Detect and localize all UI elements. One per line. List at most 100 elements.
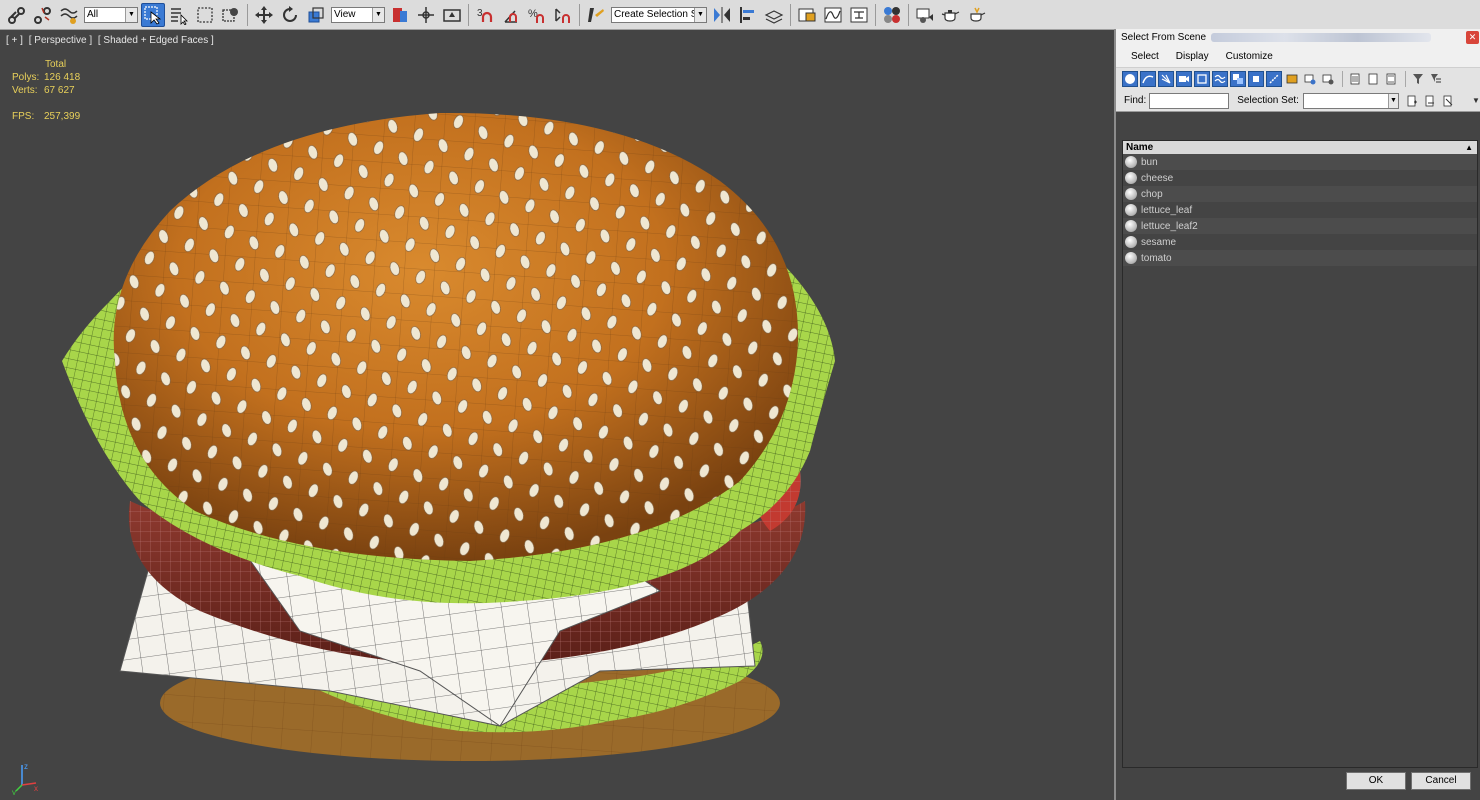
frozen-icon xyxy=(1304,74,1316,85)
select-object-button[interactable] xyxy=(141,2,165,27)
display-groups-button[interactable] xyxy=(1230,71,1246,87)
reference-coordinate-dropdown[interactable]: View ▼ xyxy=(331,6,385,23)
toolbar-separator xyxy=(790,3,791,26)
close-icon[interactable]: ✕ xyxy=(1466,31,1479,44)
named-selection-dropdown[interactable]: Create Selection Se ▼ xyxy=(611,6,707,23)
filter-button[interactable] xyxy=(1410,71,1426,87)
select-invert-button[interactable] xyxy=(1383,71,1399,87)
teapot-icon xyxy=(941,9,960,22)
add-to-selection-set-button[interactable] xyxy=(1422,93,1438,109)
display-helpers-button[interactable] xyxy=(1194,71,1210,87)
display-space-warps-button[interactable] xyxy=(1212,71,1228,87)
remove-from-selection-set-button[interactable] xyxy=(1440,93,1456,109)
display-xrefs-button[interactable] xyxy=(1248,71,1264,87)
perspective-viewport[interactable]: [ + ] [ Perspective ] [ Shaded + Edged F… xyxy=(0,31,1112,800)
display-hidden-button[interactable] xyxy=(1320,71,1336,87)
axis-x-label: x xyxy=(34,784,38,793)
display-frozen-button[interactable] xyxy=(1302,71,1318,87)
keyboard-icon xyxy=(443,8,461,22)
geometry-sphere-icon xyxy=(1125,156,1137,168)
find-row: Find: Selection Set: ▼ ▼ xyxy=(1116,90,1480,112)
hierarchy-button[interactable] xyxy=(1428,71,1444,87)
find-input[interactable] xyxy=(1149,92,1230,109)
toolbar-separator xyxy=(247,3,248,26)
select-by-name-button[interactable] xyxy=(167,3,191,27)
select-and-manipulate-button[interactable] xyxy=(414,3,438,27)
edit-named-selection-button[interactable] xyxy=(584,3,608,27)
selection-set-dropdown[interactable]: ▼ xyxy=(1302,92,1399,109)
axis-y-label: y xyxy=(12,788,16,795)
shapes-icon xyxy=(1142,75,1154,84)
dialog-title-bar[interactable]: Select From Scene ✕ xyxy=(1116,29,1480,46)
list-item[interactable]: lettuce_leaf2 xyxy=(1123,218,1477,234)
create-selection-set-button[interactable] xyxy=(1404,93,1420,109)
render-setup-button[interactable] xyxy=(913,3,937,27)
window-crossing-button[interactable] xyxy=(219,3,243,27)
display-bones-button[interactable] xyxy=(1266,71,1282,87)
list-item[interactable]: bun xyxy=(1123,154,1477,170)
menu-select[interactable]: Select xyxy=(1131,51,1159,62)
cancel-button[interactable]: Cancel xyxy=(1411,772,1471,790)
name-column-header[interactable]: Name ▲ xyxy=(1123,141,1477,154)
selection-filter-dropdown[interactable]: All ▼ xyxy=(84,6,138,23)
rectangular-selection-button[interactable] xyxy=(193,3,217,27)
select-and-link-button[interactable] xyxy=(5,3,29,27)
top-bun-mesh[interactable] xyxy=(113,112,799,561)
display-geometry-button[interactable] xyxy=(1122,71,1138,87)
percent-snap-toggle-button[interactable]: % xyxy=(525,3,549,27)
spinner-snap-toggle-button[interactable] xyxy=(551,3,575,27)
scene-explorer-icon xyxy=(798,8,816,21)
manipulate-icon xyxy=(418,6,434,23)
object-rows: bun cheese chop lettuce_leaf lettuce_lea… xyxy=(1123,154,1477,266)
select-none-button[interactable] xyxy=(1365,71,1381,87)
bind-space-warp-button[interactable] xyxy=(57,3,81,27)
display-shapes-button[interactable] xyxy=(1140,71,1156,87)
layer-explorer-button[interactable] xyxy=(762,3,786,27)
list-item[interactable]: sesame xyxy=(1123,234,1477,250)
curve-editor-button[interactable] xyxy=(821,3,845,27)
toolbar-separator xyxy=(468,3,469,26)
pivot-center-button[interactable] xyxy=(388,3,412,27)
align-button[interactable] xyxy=(736,3,760,27)
scene-explorer-button[interactable] xyxy=(795,3,819,27)
list-item[interactable]: lettuce_leaf xyxy=(1123,202,1477,218)
chevron-down-icon: ▼ xyxy=(372,7,384,22)
object-name: sesame xyxy=(1141,236,1177,248)
mirror-button[interactable] xyxy=(710,3,734,27)
layers-icon xyxy=(764,9,784,24)
sesame-mesh[interactable] xyxy=(113,112,799,561)
menu-customize[interactable]: Customize xyxy=(1226,51,1273,62)
rendered-frame-window-button[interactable] xyxy=(939,3,963,27)
new-set-icon xyxy=(1407,95,1417,106)
schematic-view-button[interactable] xyxy=(847,3,871,27)
options-arrow-icon[interactable]: ▼ xyxy=(1472,96,1480,105)
list-item[interactable]: cheese xyxy=(1123,170,1477,186)
menu-display[interactable]: Display xyxy=(1176,51,1209,62)
select-from-scene-dialog: Select From Scene ✕ Select Display Custo… xyxy=(1114,29,1480,800)
list-item[interactable]: chop xyxy=(1123,186,1477,202)
select-and-move-button[interactable] xyxy=(252,3,276,27)
hamburger-model[interactable] xyxy=(0,31,1112,800)
scale-icon xyxy=(308,6,324,22)
add-set-icon xyxy=(1425,95,1434,106)
keyboard-shortcut-override-button[interactable] xyxy=(440,3,464,27)
toolbar-separator xyxy=(1405,71,1406,87)
render-production-button[interactable] xyxy=(965,3,989,27)
display-containers-button[interactable] xyxy=(1284,71,1300,87)
angle-snap-toggle-button[interactable] xyxy=(499,3,523,27)
hidden-icon xyxy=(1322,74,1334,85)
render-setup-icon xyxy=(916,8,933,23)
display-lights-button[interactable] xyxy=(1158,71,1174,87)
snaps-toggle-button[interactable]: 3 xyxy=(473,3,497,27)
select-and-scale-button[interactable] xyxy=(304,3,328,27)
material-editor-button[interactable] xyxy=(880,3,904,27)
ok-button[interactable]: OK xyxy=(1346,772,1406,790)
helper-icon xyxy=(1197,74,1207,84)
select-and-rotate-button[interactable] xyxy=(278,3,302,27)
select-all-button[interactable] xyxy=(1347,71,1363,87)
chevron-down-icon: ▼ xyxy=(125,7,137,22)
geometry-sphere-icon xyxy=(1125,236,1137,248)
unlink-selection-button[interactable] xyxy=(31,3,55,27)
display-cameras-button[interactable] xyxy=(1176,71,1192,87)
list-item[interactable]: tomato xyxy=(1123,250,1477,266)
